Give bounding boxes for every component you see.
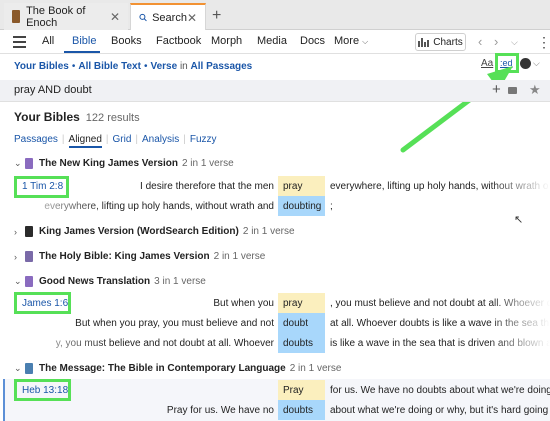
tab-aligned[interactable]: Aligned <box>68 134 102 148</box>
nav-books[interactable]: Books <box>111 35 142 47</box>
bible-icon <box>25 363 33 374</box>
all-bible-text-link[interactable]: All Bible Text <box>78 61 141 72</box>
result-group-header[interactable]: › King James Version (WordSearch Edition… <box>14 226 295 237</box>
nav-docs[interactable]: Docs <box>300 35 325 47</box>
tab-grid[interactable]: Grid <box>113 134 132 145</box>
star-icon[interactable]: ★ <box>529 82 541 98</box>
view-tabs: Passages | Aligned | Grid | Analysis | Fuzzy <box>14 134 217 148</box>
results-count: 122 results <box>85 112 140 124</box>
aligned-row: I desire therefore that the men pray eve… <box>0 176 550 196</box>
close-icon[interactable]: ✕ <box>187 11 197 25</box>
search-hit[interactable]: doubt <box>278 313 325 333</box>
all-passages-link[interactable]: All Passages <box>191 61 253 72</box>
forward-arrow-icon[interactable]: › <box>494 34 498 49</box>
bible-icon <box>25 226 33 237</box>
book-icon <box>12 10 21 23</box>
hamburger-menu-icon[interactable] <box>13 36 26 51</box>
aligned-row: But when you pray , you must believe and… <box>0 293 550 313</box>
chevron-down-icon[interactable]: ⌵ <box>533 58 540 69</box>
highlight-box <box>14 379 71 401</box>
in-label: in <box>179 61 188 72</box>
highlight-box <box>14 292 71 314</box>
tab-passages[interactable]: Passages <box>14 134 58 145</box>
search-hit[interactable]: Pray <box>278 380 325 400</box>
keyboard-icon[interactable] <box>508 87 517 94</box>
tab-bar: The Book of Enoch ✕ Search ✕ + <box>0 0 550 30</box>
your-bibles-link[interactable]: Your Bibles <box>14 61 69 72</box>
tab-search[interactable]: Search ✕ <box>130 3 206 30</box>
aligned-row: Pray for us. We have no doubts about wha… <box>0 400 550 420</box>
annotation-arrow <box>400 66 513 153</box>
tab-label: The Book of Enoch <box>26 4 86 29</box>
search-input[interactable]: pray AND doubt <box>14 84 92 96</box>
nav-morph[interactable]: Morph <box>211 35 242 47</box>
nav-active-underline <box>64 51 100 53</box>
search-hit[interactable]: doubts <box>278 333 325 353</box>
chevron-right-icon[interactable]: › <box>14 227 25 237</box>
result-group-header[interactable]: ⌄ The Message: The Bible in Contemporary… <box>14 363 341 374</box>
chevron-right-icon[interactable]: › <box>14 252 25 262</box>
aligned-row: But when you pray, you must believe and … <box>0 313 550 333</box>
query-bar: pray AND doubt + ★ <box>0 80 550 102</box>
new-tab-plus-icon[interactable]: + <box>212 7 221 25</box>
highlight-box <box>14 176 69 198</box>
search-hit[interactable]: doubts <box>278 400 325 420</box>
add-icon[interactable]: + <box>492 81 501 98</box>
history-chevron-icon[interactable]: ⌵ <box>511 37 518 48</box>
tab-label: Search <box>152 11 187 24</box>
results-heading: Your Bibles 122 results <box>14 110 140 124</box>
more-options-icon[interactable]: ⋮ <box>537 34 550 51</box>
nav-factbook[interactable]: Factbook <box>156 35 201 47</box>
chevron-down-icon[interactable]: ⌄ <box>14 276 25 287</box>
chevron-down-icon[interactable]: ⌄ <box>14 158 25 169</box>
chevron-down-icon[interactable]: ⌄ <box>14 363 25 374</box>
bible-icon <box>25 251 33 262</box>
tab-fuzzy[interactable]: Fuzzy <box>190 134 217 145</box>
search-hit[interactable]: pray <box>278 176 325 196</box>
nav-bible[interactable]: Bible <box>72 35 96 47</box>
close-icon[interactable]: ✕ <box>110 10 120 24</box>
search-icon <box>139 13 147 22</box>
charts-button[interactable]: Charts <box>415 33 466 51</box>
nav-media[interactable]: Media <box>257 35 287 47</box>
verse-link[interactable]: Verse <box>150 61 177 72</box>
back-arrow-icon[interactable]: ‹ <box>478 34 482 49</box>
search-scope: Your Bibles • All Bible Text • Verse in All … <box>14 61 253 72</box>
mouse-cursor-icon: ↖ <box>514 214 524 226</box>
result-group-header[interactable]: › The Holy Bible: King James Version 2 in… <box>14 251 265 262</box>
search-hit[interactable]: pray <box>278 293 325 313</box>
result-group-header[interactable]: ⌄ The New King James Version 2 in 1 verse <box>14 158 234 169</box>
nav-all[interactable]: All <box>42 35 54 47</box>
chevron-down-icon: ⌵ <box>362 37 369 46</box>
bible-icon <box>25 276 33 287</box>
aligned-row: Pray for us. We have no doubts about wha… <box>0 380 550 400</box>
result-group-header[interactable]: ⌄ Good News Translation 3 in 1 verse <box>14 276 206 287</box>
bible-icon <box>25 158 33 169</box>
tab-book-of-enoch[interactable]: The Book of Enoch ✕ <box>4 3 128 30</box>
nav-more[interactable]: More ⌵ <box>334 35 368 47</box>
bar-chart-icon <box>418 37 430 47</box>
tab-analysis[interactable]: Analysis <box>142 134 179 145</box>
search-hit[interactable]: doubting <box>278 196 325 216</box>
